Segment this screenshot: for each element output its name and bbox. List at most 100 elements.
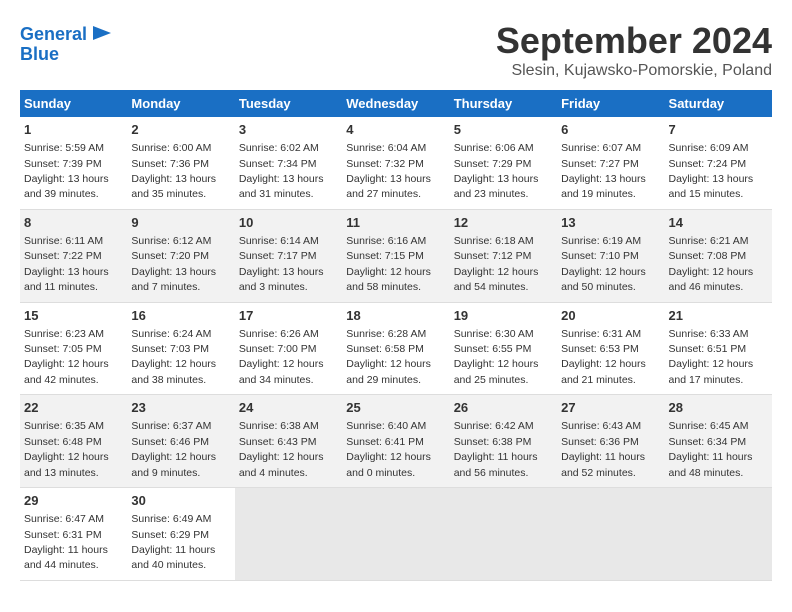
day-number: 5 bbox=[454, 121, 553, 139]
day-info: Sunrise: 6:24 AMSunset: 7:03 PMDaylight:… bbox=[131, 328, 216, 386]
day-info: Sunrise: 6:02 AMSunset: 7:34 PMDaylight:… bbox=[239, 142, 324, 200]
day-info: Sunrise: 6:23 AMSunset: 7:05 PMDaylight:… bbox=[24, 328, 109, 386]
table-row: 9Sunrise: 6:12 AMSunset: 7:20 PMDaylight… bbox=[127, 209, 234, 302]
table-row: 16 Sunrise: 6:24 AMSunset: 7:03 PMDayligh… bbox=[127, 302, 234, 395]
day-number: 18 bbox=[346, 307, 445, 325]
day-info: Sunrise: 6:19 AMSunset: 7:10 PMDaylight:… bbox=[561, 235, 646, 293]
table-row: 21 Sunrise: 6:33 AMSunset: 6:51 PMDayligh… bbox=[665, 302, 772, 395]
calendar-week-row: 8 Sunrise: 6:11 AMSunset: 7:22 PMDaylight… bbox=[20, 209, 772, 302]
table-row: 29 Sunrise: 6:47 AMSunset: 6:31 PMDayligh… bbox=[20, 488, 127, 581]
table-row: 2Sunrise: 6:00 AMSunset: 7:36 PMDaylight… bbox=[127, 117, 234, 209]
table-row: 28 Sunrise: 6:45 AMSunset: 6:34 PMDayligh… bbox=[665, 395, 772, 488]
day-info: Sunrise: 6:45 AMSunset: 6:34 PMDaylight:… bbox=[669, 420, 753, 478]
day-number: 25 bbox=[346, 399, 445, 417]
day-number: 14 bbox=[669, 214, 768, 232]
day-number: 22 bbox=[24, 399, 123, 417]
day-number: 16 bbox=[131, 307, 230, 325]
day-number: 20 bbox=[561, 307, 660, 325]
day-number: 4 bbox=[346, 121, 445, 139]
day-number: 23 bbox=[131, 399, 230, 417]
day-info: Sunrise: 6:37 AMSunset: 6:46 PMDaylight:… bbox=[131, 420, 216, 478]
table-row: 4 Sunrise: 6:04 AMSunset: 7:32 PMDaylight… bbox=[342, 117, 449, 209]
logo-icon bbox=[91, 22, 113, 44]
table-row: 30Sunrise: 6:49 AMSunset: 6:29 PMDayligh… bbox=[127, 488, 234, 581]
table-row: 1 Sunrise: 5:59 AMSunset: 7:39 PMDaylight… bbox=[20, 117, 127, 209]
day-info: Sunrise: 6:40 AMSunset: 6:41 PMDaylight:… bbox=[346, 420, 431, 478]
day-number: 21 bbox=[669, 307, 768, 325]
month-title: September 2024 bbox=[496, 20, 772, 62]
day-number: 7 bbox=[669, 121, 768, 139]
day-info: Sunrise: 6:06 AMSunset: 7:29 PMDaylight:… bbox=[454, 142, 539, 200]
table-row: 17 Sunrise: 6:26 AMSunset: 7:00 PMDayligh… bbox=[235, 302, 342, 395]
day-number: 1 bbox=[24, 121, 123, 139]
day-number: 17 bbox=[239, 307, 338, 325]
day-info: Sunrise: 6:18 AMSunset: 7:12 PMDaylight:… bbox=[454, 235, 539, 293]
table-row: 22Sunrise: 6:35 AMSunset: 6:48 PMDayligh… bbox=[20, 395, 127, 488]
table-row: 23 Sunrise: 6:37 AMSunset: 6:46 PMDayligh… bbox=[127, 395, 234, 488]
day-number: 2 bbox=[131, 121, 230, 139]
logo: General Blue bbox=[20, 20, 113, 65]
day-info: Sunrise: 6:38 AMSunset: 6:43 PMDaylight:… bbox=[239, 420, 324, 478]
calendar-week-row: 15 Sunrise: 6:23 AMSunset: 7:05 PMDayligh… bbox=[20, 302, 772, 395]
day-number: 28 bbox=[669, 399, 768, 417]
day-info: Sunrise: 6:21 AMSunset: 7:08 PMDaylight:… bbox=[669, 235, 754, 293]
day-info: Sunrise: 6:49 AMSunset: 6:29 PMDaylight:… bbox=[131, 513, 215, 571]
table-row: 3Sunrise: 6:02 AMSunset: 7:34 PMDaylight… bbox=[235, 117, 342, 209]
table-row: 20 Sunrise: 6:31 AMSunset: 6:53 PMDayligh… bbox=[557, 302, 664, 395]
table-row: 25 Sunrise: 6:40 AMSunset: 6:41 PMDayligh… bbox=[342, 395, 449, 488]
table-row: 5 Sunrise: 6:06 AMSunset: 7:29 PMDaylight… bbox=[450, 117, 557, 209]
day-info: Sunrise: 6:42 AMSunset: 6:38 PMDaylight:… bbox=[454, 420, 538, 478]
day-info: Sunrise: 6:47 AMSunset: 6:31 PMDaylight:… bbox=[24, 513, 108, 571]
table-row: 19Sunrise: 6:30 AMSunset: 6:55 PMDayligh… bbox=[450, 302, 557, 395]
logo-text: General bbox=[20, 25, 87, 45]
day-info: Sunrise: 6:43 AMSunset: 6:36 PMDaylight:… bbox=[561, 420, 645, 478]
day-info: Sunrise: 6:11 AMSunset: 7:22 PMDaylight:… bbox=[24, 235, 109, 293]
day-info: Sunrise: 6:26 AMSunset: 7:00 PMDaylight:… bbox=[239, 328, 324, 386]
day-info: Sunrise: 6:28 AMSunset: 6:58 PMDaylight:… bbox=[346, 328, 431, 386]
day-number: 11 bbox=[346, 214, 445, 232]
day-number: 24 bbox=[239, 399, 338, 417]
table-row: 11Sunrise: 6:16 AMSunset: 7:15 PMDayligh… bbox=[342, 209, 449, 302]
day-number: 8 bbox=[24, 214, 123, 232]
table-row: 10Sunrise: 6:14 AMSunset: 7:17 PMDayligh… bbox=[235, 209, 342, 302]
day-info: Sunrise: 6:04 AMSunset: 7:32 PMDaylight:… bbox=[346, 142, 431, 200]
day-number: 12 bbox=[454, 214, 553, 232]
table-row: 6Sunrise: 6:07 AMSunset: 7:27 PMDaylight… bbox=[557, 117, 664, 209]
table-row: 7Sunrise: 6:09 AMSunset: 7:24 PMDaylight… bbox=[665, 117, 772, 209]
table-row: 8 Sunrise: 6:11 AMSunset: 7:22 PMDaylight… bbox=[20, 209, 127, 302]
col-wednesday: Wednesday bbox=[342, 90, 449, 117]
table-row: 13 Sunrise: 6:19 AMSunset: 7:10 PMDayligh… bbox=[557, 209, 664, 302]
day-number: 29 bbox=[24, 492, 123, 510]
day-number: 13 bbox=[561, 214, 660, 232]
table-row bbox=[342, 488, 449, 581]
table-row bbox=[450, 488, 557, 581]
title-section: September 2024 Slesin, Kujawsko-Pomorski… bbox=[496, 20, 772, 80]
table-row bbox=[665, 488, 772, 581]
table-row: 27 Sunrise: 6:43 AMSunset: 6:36 PMDayligh… bbox=[557, 395, 664, 488]
calendar-week-row: 1 Sunrise: 5:59 AMSunset: 7:39 PMDaylight… bbox=[20, 117, 772, 209]
table-row bbox=[557, 488, 664, 581]
calendar-header-row: Sunday Monday Tuesday Wednesday Thursday… bbox=[20, 90, 772, 117]
col-saturday: Saturday bbox=[665, 90, 772, 117]
calendar-table: Sunday Monday Tuesday Wednesday Thursday… bbox=[20, 90, 772, 581]
day-info: Sunrise: 6:31 AMSunset: 6:53 PMDaylight:… bbox=[561, 328, 646, 386]
day-info: Sunrise: 5:59 AMSunset: 7:39 PMDaylight:… bbox=[24, 142, 109, 200]
day-info: Sunrise: 6:30 AMSunset: 6:55 PMDaylight:… bbox=[454, 328, 539, 386]
location-subtitle: Slesin, Kujawsko-Pomorskie, Poland bbox=[496, 62, 772, 80]
table-row: 15 Sunrise: 6:23 AMSunset: 7:05 PMDayligh… bbox=[20, 302, 127, 395]
day-number: 27 bbox=[561, 399, 660, 417]
day-number: 10 bbox=[239, 214, 338, 232]
table-row: 24 Sunrise: 6:38 AMSunset: 6:43 PMDayligh… bbox=[235, 395, 342, 488]
day-number: 15 bbox=[24, 307, 123, 325]
table-row: 12 Sunrise: 6:18 AMSunset: 7:12 PMDayligh… bbox=[450, 209, 557, 302]
day-info: Sunrise: 6:33 AMSunset: 6:51 PMDaylight:… bbox=[669, 328, 754, 386]
col-monday: Monday bbox=[127, 90, 234, 117]
col-tuesday: Tuesday bbox=[235, 90, 342, 117]
col-thursday: Thursday bbox=[450, 90, 557, 117]
table-row: 14 Sunrise: 6:21 AMSunset: 7:08 PMDayligh… bbox=[665, 209, 772, 302]
table-row bbox=[235, 488, 342, 581]
page-header: General Blue September 2024 Slesin, Kuja… bbox=[20, 20, 772, 80]
table-row: 18 Sunrise: 6:28 AMSunset: 6:58 PMDayligh… bbox=[342, 302, 449, 395]
day-info: Sunrise: 6:07 AMSunset: 7:27 PMDaylight:… bbox=[561, 142, 646, 200]
calendar-week-row: 22Sunrise: 6:35 AMSunset: 6:48 PMDayligh… bbox=[20, 395, 772, 488]
